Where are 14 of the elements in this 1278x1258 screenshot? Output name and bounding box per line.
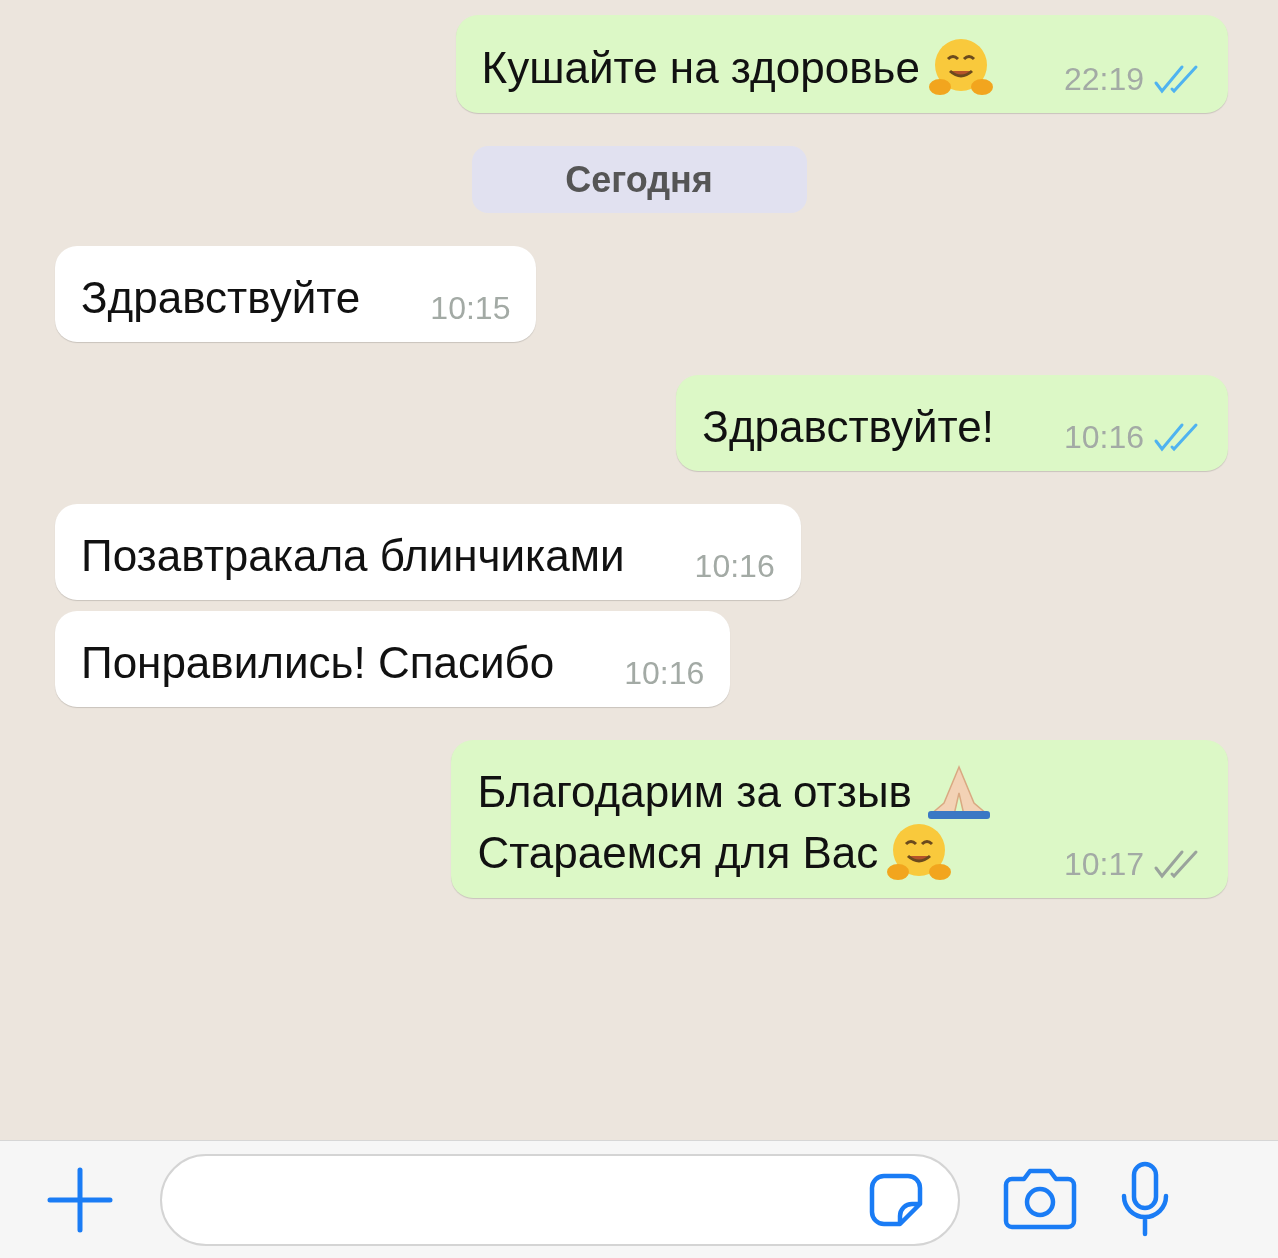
message-text: Здравствуйте: [81, 272, 361, 324]
date-chip: Сегодня: [471, 146, 807, 213]
message-time: 10:16: [1063, 418, 1144, 457]
message-time: 10:16: [624, 654, 705, 693]
message-time: 22:19: [1063, 60, 1144, 99]
message-text: Благодарим за отзыв: [477, 766, 912, 818]
message-text: Стараемся для Вас: [477, 827, 879, 879]
message-text: Понравились! Спасибо: [81, 637, 555, 689]
message-time: 10:16: [694, 547, 775, 586]
message-text: Позавтракала блинчиками: [81, 530, 625, 582]
message-text: Кушайте на здоровье: [481, 42, 920, 94]
message-time: 10:15: [430, 289, 511, 328]
message-time: 10:17: [1063, 845, 1144, 884]
message-text: Здравствуйте!: [702, 401, 994, 453]
